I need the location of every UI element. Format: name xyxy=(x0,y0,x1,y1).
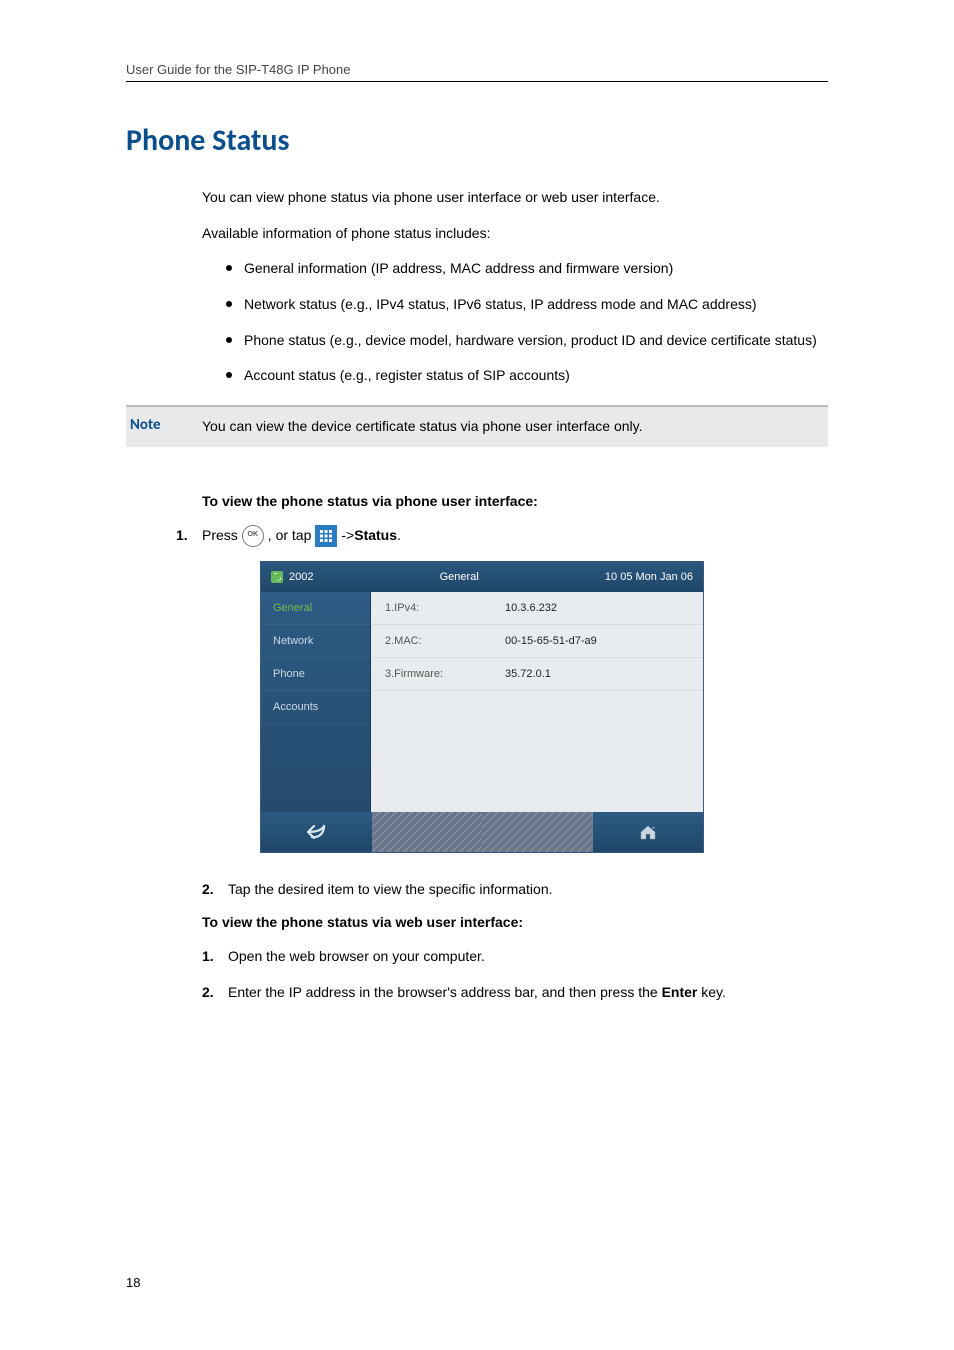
phone-icon xyxy=(271,571,283,583)
phone-row-ipv4[interactable]: 1.IPv4: 10.3.6.232 xyxy=(371,592,703,625)
procedure2-step1: 1. Open the web browser on your computer… xyxy=(202,946,828,968)
step-number: 2. xyxy=(202,879,228,901)
step1-mid: , or tap xyxy=(268,525,312,547)
bullet-item: Account status (e.g., register status of… xyxy=(226,365,828,387)
back-arrow-icon xyxy=(306,824,326,840)
phone-side-network[interactable]: Network xyxy=(261,625,370,658)
step-number: 2. xyxy=(202,982,228,1004)
phone-sidebar: General Network Phone Accounts xyxy=(261,592,371,812)
step1-arrow: -> xyxy=(341,525,354,547)
home-icon xyxy=(639,824,657,840)
phone-row-key: 3.Firmware: xyxy=(385,668,505,680)
phone-main: 1.IPv4: 10.3.6.232 2.MAC: 00-15-65-51-d7… xyxy=(371,592,703,812)
note-text: You can view the device certificate stat… xyxy=(202,418,642,434)
step-number: 1. xyxy=(176,525,202,547)
step1-period: . xyxy=(397,525,401,547)
apps-grid-icon xyxy=(315,525,337,547)
phone-side-accounts[interactable]: Accounts xyxy=(261,691,370,724)
note-label: Note xyxy=(130,415,161,436)
page-title: Phone Status xyxy=(126,122,828,159)
phone-softkey-empty xyxy=(372,812,483,852)
phone-clock: 10 05 Mon Jan 06 xyxy=(605,571,693,583)
phone-softkey-home[interactable] xyxy=(593,812,704,852)
phone-side-general[interactable]: General xyxy=(261,592,370,625)
procedure1-heading: To view the phone status via phone user … xyxy=(202,493,828,509)
procedure2-heading: To view the phone status via web user in… xyxy=(202,914,828,930)
bullet-item: Phone status (e.g., device model, hardwa… xyxy=(226,330,828,352)
running-header: User Guide for the SIP-T48G IP Phone xyxy=(126,62,828,82)
p2-step2-key: Enter xyxy=(662,984,698,1000)
page-number: 18 xyxy=(126,1275,140,1290)
bullet-item: General information (IP address, MAC add… xyxy=(226,258,828,280)
intro-p1: You can view phone status via phone user… xyxy=(202,187,828,209)
phone-row-val: 35.72.0.1 xyxy=(505,668,551,680)
phone-row-key: 2.MAC: xyxy=(385,635,505,647)
intro-p2: Available information of phone status in… xyxy=(202,223,828,245)
phone-title: General xyxy=(313,571,604,583)
phone-row-val: 00-15-65-51-d7-a9 xyxy=(505,635,597,647)
note-block: Note You can view the device certificate… xyxy=(126,405,828,447)
step-number: 1. xyxy=(202,946,228,968)
phone-screenshot: 2002 General 10 05 Mon Jan 06 General Ne… xyxy=(260,561,828,853)
bullet-item: Network status (e.g., IPv4 status, IPv6 … xyxy=(226,294,828,316)
procedure1-step1: 1. Press OK , or tap -> Status . xyxy=(176,525,828,547)
phone-row-val: 10.3.6.232 xyxy=(505,602,557,614)
phone-softkeys xyxy=(261,812,703,852)
phone-ext: 2002 xyxy=(271,571,313,583)
phone-row-firmware[interactable]: 3.Firmware: 35.72.0.1 xyxy=(371,658,703,691)
phone-side-phone[interactable]: Phone xyxy=(261,658,370,691)
p2-step1-text: Open the web browser on your computer. xyxy=(228,946,828,968)
p2-step2-post: key. xyxy=(701,984,726,1000)
phone-titlebar: 2002 General 10 05 Mon Jan 06 xyxy=(261,562,703,592)
phone-softkey-empty xyxy=(482,812,593,852)
ok-key-icon: OK xyxy=(242,525,264,547)
step1-prefix: Press xyxy=(202,525,238,547)
phone-row-mac[interactable]: 2.MAC: 00-15-65-51-d7-a9 xyxy=(371,625,703,658)
phone-softkey-back[interactable] xyxy=(261,812,372,852)
bullet-list: General information (IP address, MAC add… xyxy=(202,258,828,387)
procedure2-step2: 2. Enter the IP address in the browser's… xyxy=(202,982,828,1004)
procedure1-step2: 2. Tap the desired item to view the spec… xyxy=(202,879,828,901)
phone-row-key: 1.IPv4: xyxy=(385,602,505,614)
step2-text: Tap the desired item to view the specifi… xyxy=(228,879,828,901)
p2-step2-pre: Enter the IP address in the browser's ad… xyxy=(228,984,662,1000)
phone-ext-number: 2002 xyxy=(289,571,313,583)
step1-status: Status xyxy=(354,525,397,547)
phone-screen: 2002 General 10 05 Mon Jan 06 General Ne… xyxy=(260,561,704,853)
